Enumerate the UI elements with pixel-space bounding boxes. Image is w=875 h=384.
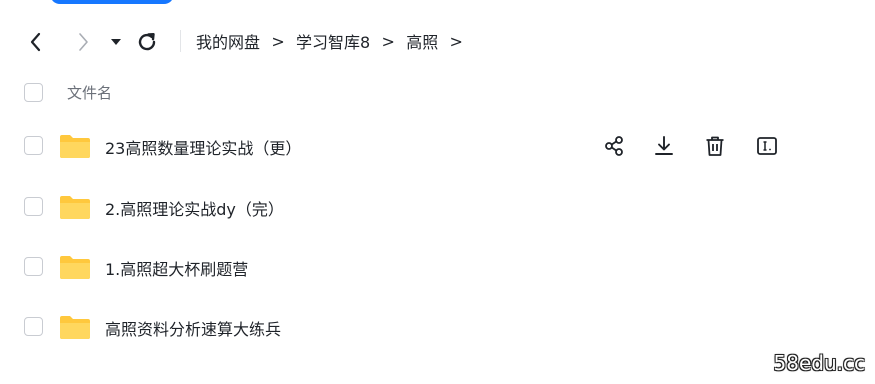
- chevron-left-icon: [30, 32, 41, 52]
- file-row[interactable]: 1.高照超大杯刷题营: [0, 245, 875, 289]
- folder-icon: [60, 316, 90, 339]
- delete-icon: [706, 136, 724, 156]
- watermark: 58edu.cc: [773, 351, 865, 375]
- breadcrumb-item-root[interactable]: 我的网盘: [196, 29, 260, 53]
- row-checkbox[interactable]: [24, 197, 43, 216]
- row-actions: [0, 124, 875, 168]
- navigation-bar: 我的网盘 > 学习智库8 > 高照 >: [0, 22, 875, 62]
- breadcrumb-separator: >: [449, 31, 463, 51]
- rename-icon: [757, 137, 777, 155]
- refresh-icon: [138, 33, 156, 51]
- back-button[interactable]: [24, 30, 48, 54]
- breadcrumb-item-library[interactable]: 学习智库8: [296, 29, 370, 53]
- row-checkbox[interactable]: [24, 257, 43, 276]
- file-row[interactable]: 23高照数量理论实战（更）: [0, 124, 875, 168]
- download-button[interactable]: [652, 134, 676, 158]
- breadcrumb: 我的网盘 > 学习智库8 > 高照 >: [196, 29, 474, 53]
- file-name[interactable]: 2.高照理论实战dy（完）: [105, 196, 284, 220]
- column-header-filename[interactable]: 文件名: [67, 82, 112, 103]
- share-icon: [605, 136, 623, 156]
- delete-button[interactable]: [703, 134, 727, 158]
- file-name[interactable]: 高照资料分析速算大练兵: [105, 316, 281, 340]
- file-name[interactable]: 1.高照超大杯刷题营: [105, 256, 248, 280]
- top-action-button[interactable]: [50, 0, 174, 4]
- folder-icon: [60, 196, 90, 219]
- select-all-checkbox[interactable]: [24, 83, 43, 102]
- chevron-right-icon: [79, 33, 88, 51]
- forward-button[interactable]: [71, 30, 95, 54]
- breadcrumb-separator: >: [381, 31, 395, 51]
- folder-icon: [60, 256, 90, 279]
- list-header: 文件名: [0, 78, 875, 108]
- download-icon: [655, 136, 673, 155]
- breadcrumb-separator: >: [271, 31, 285, 51]
- row-checkbox[interactable]: [24, 317, 43, 336]
- caret-down-icon: [111, 39, 121, 45]
- refresh-button[interactable]: [135, 30, 159, 54]
- toolbar-divider: [180, 30, 181, 52]
- history-dropdown-button[interactable]: [104, 30, 128, 54]
- file-row[interactable]: 2.高照理论实战dy（完）: [0, 185, 875, 229]
- rename-button[interactable]: [755, 134, 779, 158]
- share-button[interactable]: [602, 134, 626, 158]
- breadcrumb-item-current[interactable]: 高照: [406, 29, 438, 53]
- file-row[interactable]: 高照资料分析速算大练兵: [0, 305, 875, 349]
